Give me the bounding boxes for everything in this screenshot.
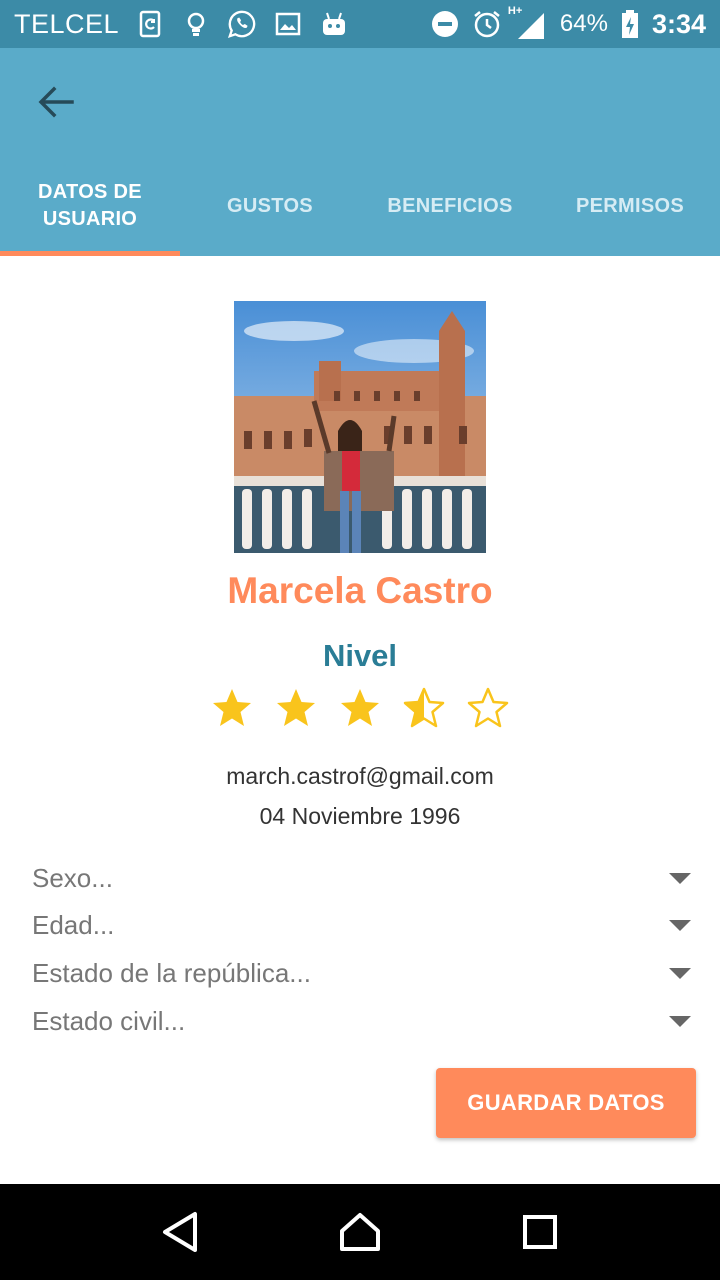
dropdown-placeholder: Estado civil... bbox=[32, 1005, 186, 1036]
tab-label: GUSTOS bbox=[227, 194, 313, 217]
estado-republica-dropdown[interactable]: Estado de la república... bbox=[32, 953, 694, 993]
dropdown-arrow-icon bbox=[669, 919, 691, 931]
tab-gustos[interactable]: GUSTOS bbox=[180, 160, 360, 256]
signal-icon: H+ bbox=[508, 5, 548, 39]
home-icon bbox=[340, 1213, 380, 1251]
tab-label: DATOS DE USUARIO bbox=[38, 181, 142, 230]
status-bar: TELCEL H+ 64% 3:34 bbox=[0, 0, 720, 48]
dropdown-arrow-icon bbox=[669, 1015, 691, 1027]
dropdown-placeholder: Edad... bbox=[32, 909, 115, 940]
dropdown-placeholder: Estado de la república... bbox=[32, 957, 311, 988]
tab-label: PERMISOS bbox=[576, 194, 684, 217]
star-half-icon bbox=[403, 687, 445, 728]
carrier-name: TELCEL bbox=[14, 8, 120, 39]
star-full-icon bbox=[341, 689, 379, 726]
dropdown-arrow-icon bbox=[669, 967, 691, 979]
lightbulb-icon bbox=[181, 9, 211, 39]
image-icon bbox=[273, 9, 303, 39]
back-button[interactable] bbox=[24, 80, 88, 128]
dropdown-placeholder: Sexo... bbox=[32, 862, 113, 893]
arrow-left-icon bbox=[38, 86, 74, 123]
status-right: H+ 64% 3:34 bbox=[430, 5, 706, 40]
battery-icon bbox=[620, 9, 640, 39]
recents-icon bbox=[523, 1215, 557, 1249]
profile-content: Marcela Castro Nivel march.castrof@gmail… bbox=[0, 256, 720, 1184]
level-rating bbox=[210, 686, 510, 730]
star-full-icon bbox=[213, 689, 251, 726]
star-empty-icon bbox=[467, 687, 509, 728]
navigation-bar bbox=[0, 1184, 720, 1280]
tab-permisos[interactable]: PERMISOS bbox=[540, 160, 720, 256]
alarm-icon bbox=[472, 9, 502, 39]
user-email: march.castrof@gmail.com bbox=[226, 763, 494, 789]
star-full-icon bbox=[277, 689, 315, 726]
battery-percent: 64% bbox=[559, 10, 608, 37]
dropdown-arrow-icon bbox=[669, 872, 691, 884]
save-data-button[interactable]: GUARDAR DATOS bbox=[436, 1068, 696, 1138]
profile-photo[interactable] bbox=[234, 301, 486, 553]
android-icon bbox=[319, 9, 349, 39]
nav-back-button[interactable] bbox=[150, 1202, 210, 1262]
status-left: TELCEL bbox=[14, 9, 430, 40]
sexo-dropdown[interactable]: Sexo... bbox=[32, 858, 694, 898]
tab-beneficios[interactable]: BENEFICIOS bbox=[360, 160, 540, 256]
tab-label: BENEFICIOS bbox=[387, 194, 513, 217]
estado-civil-dropdown[interactable]: Estado civil... bbox=[32, 1001, 694, 1041]
nav-home-button[interactable] bbox=[330, 1202, 390, 1262]
level-label: Nivel bbox=[322, 638, 398, 673]
app-bar: DATOS DE USUARIO GUSTOS BENEFICIOS PERMI… bbox=[0, 48, 720, 256]
whatsapp-icon bbox=[227, 9, 257, 39]
user-name: Marcela Castro bbox=[227, 570, 493, 611]
tab-datos-de-usuario[interactable]: DATOS DE USUARIO bbox=[0, 160, 180, 256]
back-triangle-icon bbox=[163, 1212, 197, 1252]
sim-icon bbox=[135, 9, 165, 39]
user-birthdate: 04 Noviembre 1996 bbox=[259, 803, 461, 829]
network-type-label: H+ bbox=[507, 5, 523, 17]
dnd-icon bbox=[430, 9, 460, 39]
nav-recents-button[interactable] bbox=[510, 1202, 570, 1262]
tab-bar: DATOS DE USUARIO GUSTOS BENEFICIOS PERMI… bbox=[0, 160, 720, 256]
edad-dropdown[interactable]: Edad... bbox=[32, 905, 694, 945]
clock-time: 3:34 bbox=[651, 8, 706, 39]
